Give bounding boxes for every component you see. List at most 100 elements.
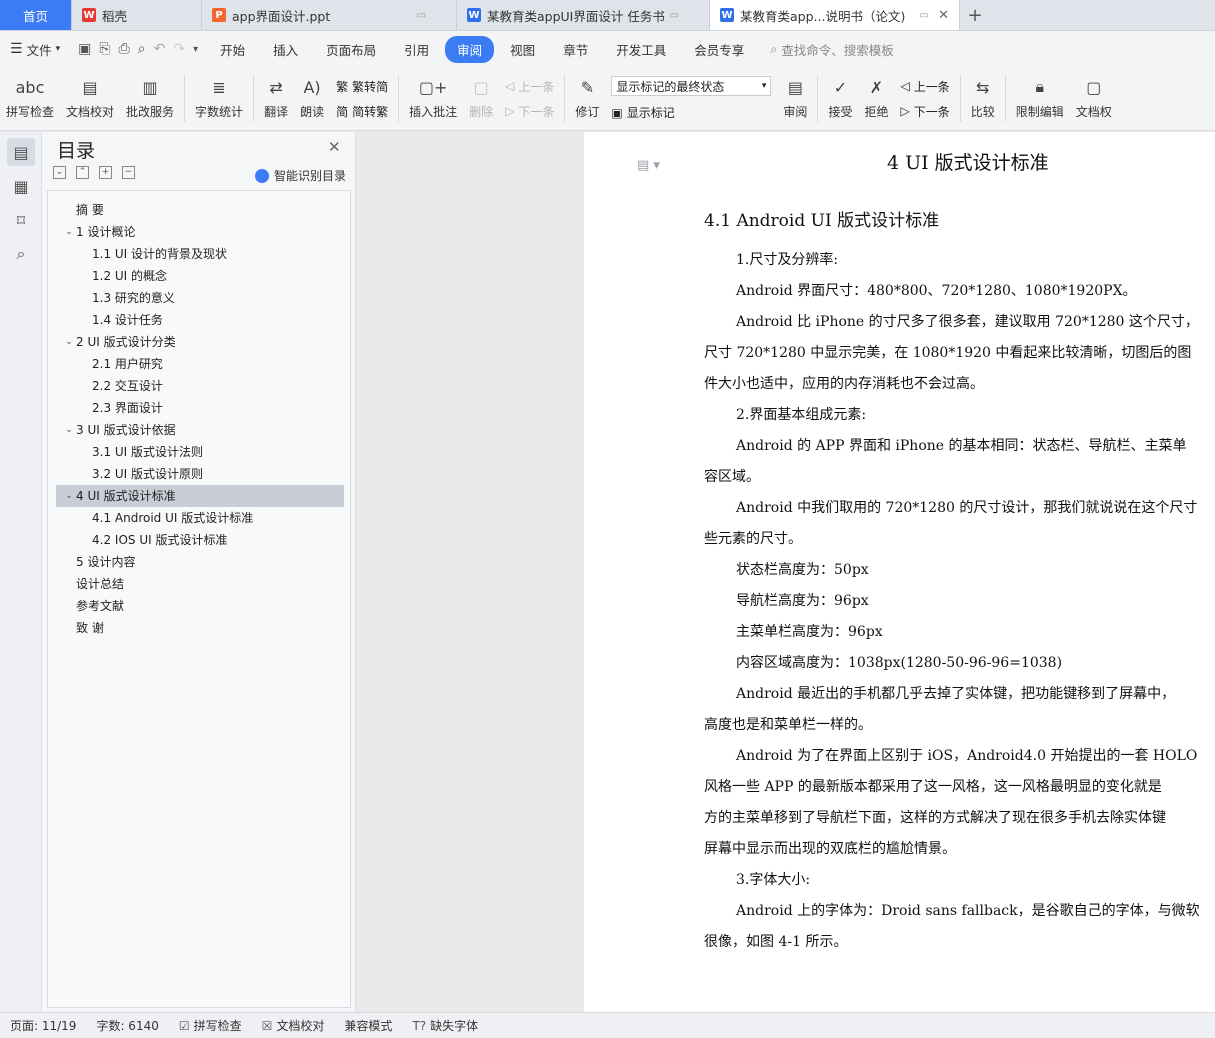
menu-layout[interactable]: 页面布局 [314, 36, 388, 63]
translate-button[interactable]: ⇄ 翻译 [258, 67, 294, 130]
menu-chapter[interactable]: 章节 [551, 36, 600, 63]
tab-daoke[interactable]: W 稻壳 [72, 0, 202, 30]
toc-item[interactable]: 1.2 UI 的概念 [56, 265, 344, 287]
tab-thesis-doc[interactable]: W 某教育类app...说明书（论文) ▭ ✕ [710, 0, 960, 30]
toc-item[interactable]: 设计总结 [56, 573, 344, 595]
command-search[interactable]: ⌕ 查找命令、搜索模板 [770, 40, 894, 59]
word-count-button[interactable]: ≣ 字数统计 [189, 67, 249, 130]
search-icon[interactable]: ⌕ [7, 240, 35, 268]
doc-proof-button[interactable]: ▤ 文档校对 [60, 67, 120, 130]
toc-panel-icon[interactable]: ▤ [7, 138, 35, 166]
export-icon[interactable]: ⎘ [99, 41, 110, 57]
toc-item[interactable]: 1.4 设计任务 [56, 309, 344, 331]
tab-cloud-icon[interactable]: ▭ [670, 10, 679, 21]
redo-icon[interactable]: ↷ [173, 41, 185, 57]
page-options-icon[interactable]: ▤ ▾ [637, 158, 660, 173]
revise-button[interactable]: ✎ 修订 [569, 67, 605, 130]
toc-item[interactable]: 5 设计内容 [56, 551, 344, 573]
read-aloud-button[interactable]: A) 朗读 [294, 67, 330, 130]
next-change-button[interactable]: ▷ 下一条 [900, 103, 949, 120]
expand-all-icon[interactable]: ⌃ [76, 166, 89, 179]
reject-button[interactable]: ✗ 拒绝 [858, 67, 894, 130]
toc-item[interactable]: 4.2 IOS UI 版式设计标准 [56, 529, 344, 551]
comment-nav-group: ◁ 上一条 ▷ 下一条 [499, 67, 560, 130]
show-markup-icon: ▣ [611, 105, 623, 120]
word-count-indicator[interactable]: 字数: 6140 [86, 1017, 168, 1034]
prev-comment-button[interactable]: ◁ 上一条 [505, 78, 554, 95]
chapter-nav-icon[interactable]: ▦ [7, 172, 35, 200]
to-simplified-button[interactable]: 简简转繁 [336, 103, 388, 120]
menu-reference[interactable]: 引用 [392, 36, 441, 63]
collapse-all-icon[interactable]: ⌄ [53, 166, 66, 179]
review-ribbon: abc 拼写检查 ▤ 文档校对 ▥ 批改服务 ≣ 字数统计 ⇄ 翻译 A) 朗读 繁繁转简 … [0, 67, 1215, 131]
prev-change-button[interactable]: ◁ 上一条 [900, 78, 949, 95]
doc-permission-button[interactable]: ▢ 文档权 [1070, 67, 1118, 130]
toc-item[interactable]: 致 谢 [56, 617, 344, 639]
show-markup-button[interactable]: ▣ 显示标记 [611, 104, 771, 121]
print-icon[interactable]: ⎙ [119, 41, 130, 57]
status-doc-proof[interactable]: ☒ 文档校对 [252, 1017, 335, 1034]
close-icon[interactable]: ✕ [328, 138, 341, 156]
bookmark-icon[interactable]: ⌑ [7, 206, 35, 234]
toc-item[interactable]: 4.1 Android UI 版式设计标准 [56, 507, 344, 529]
compat-mode: 兼容模式 [334, 1017, 402, 1034]
chevron-down-icon[interactable]: ▾ [193, 44, 198, 55]
to-traditional-button[interactable]: 繁繁转简 [336, 78, 388, 95]
toc-item[interactable]: 参考文献 [56, 595, 344, 617]
undo-icon[interactable]: ↶ [154, 41, 166, 57]
toc-item[interactable]: 2.3 界面设计 [56, 397, 344, 419]
spell-check-button[interactable]: abc 拼写检查 [0, 67, 60, 130]
toc-item[interactable]: 3.2 UI 版式设计原则 [56, 463, 344, 485]
batch-service-button[interactable]: ▥ 批改服务 [120, 67, 180, 130]
remove-level-icon[interactable]: − [122, 166, 135, 179]
restrict-edit-button[interactable]: 🔒︎ 限制编辑 [1010, 67, 1070, 130]
status-spell-check[interactable]: ☑ 拼写检查 [169, 1017, 252, 1034]
toc-item[interactable]: 摘 要 [56, 199, 344, 221]
toc-item[interactable]: ⌄ 2 UI 版式设计分类 [56, 331, 344, 353]
menu-icon: ☰ [10, 41, 23, 57]
tab-home[interactable]: 首页 [0, 0, 72, 30]
delete-comment-button[interactable]: ▢ 删除 [463, 67, 499, 130]
toc-item[interactable]: ⌄ 1 设计概论 [56, 221, 344, 243]
tab-cloud-icon[interactable]: ▭ [920, 10, 929, 21]
new-tab-button[interactable]: + [960, 0, 990, 30]
file-menu[interactable]: ☰ 文件 ▾ [0, 40, 70, 59]
chevron-down-icon[interactable]: ⌄ [62, 485, 76, 507]
chevron-down-icon[interactable]: ⌄ [62, 331, 76, 353]
accept-button[interactable]: ✓ 接受 [822, 67, 858, 130]
menu-member[interactable]: 会员专享 [682, 36, 756, 63]
divider [1004, 75, 1006, 122]
menu-review[interactable]: 审阅 [445, 35, 495, 63]
close-icon[interactable]: ✕ [938, 8, 949, 23]
toc-item-label: 1.3 研究的意义 [92, 291, 175, 305]
word-count-icon: ≣ [212, 77, 226, 97]
tab-cloud-icon[interactable]: ▭ [417, 10, 426, 21]
preview-icon[interactable]: ⌕ [138, 41, 146, 57]
chevron-down-icon[interactable]: ⌄ [62, 221, 76, 243]
smart-toc-button[interactable]: 智能识别目录 [255, 167, 346, 184]
menu-start[interactable]: 开始 [208, 36, 257, 63]
toc-item[interactable]: ⌄ 4 UI 版式设计标准 [56, 485, 344, 507]
tab-task-doc[interactable]: W 某教育类appUI界面设计 任务书 ▭ [457, 0, 710, 30]
toc-item[interactable]: 1.1 UI 设计的背景及现状 [56, 243, 344, 265]
toc-item[interactable]: 2.1 用户研究 [56, 353, 344, 375]
next-comment-button[interactable]: ▷ 下一条 [505, 103, 554, 120]
menu-dev-tools[interactable]: 开发工具 [604, 36, 678, 63]
tab-ppt-file[interactable]: P app界面设计.ppt ▭ [202, 0, 457, 30]
chevron-down-icon[interactable]: ⌄ [62, 419, 76, 441]
toc-item[interactable]: 2.2 交互设计 [56, 375, 344, 397]
menu-insert[interactable]: 插入 [261, 36, 310, 63]
save-icon[interactable]: ▣ [78, 41, 91, 57]
toc-item[interactable]: 1.3 研究的意义 [56, 287, 344, 309]
compare-button[interactable]: ⇆ 比较 [965, 67, 1001, 130]
missing-font-button[interactable]: T? 缺失字体 [402, 1017, 488, 1034]
add-level-icon[interactable]: + [99, 166, 112, 179]
insert-comment-button[interactable]: ▢+ 插入批注 [403, 67, 463, 130]
page-indicator[interactable]: 页面: 11/19 [0, 1017, 86, 1034]
markup-state-select[interactable]: 显示标记的最终状态 ▾ [611, 76, 772, 96]
document-page[interactable]: ▤ ▾ 4 UI 版式设计标准 4.1 Android UI 版式设计标准 1.… [584, 132, 1215, 1012]
toc-item[interactable]: ⌄ 3 UI 版式设计依据 [56, 419, 344, 441]
review-pane-button[interactable]: ▤ 审阅 [777, 67, 813, 130]
menu-view[interactable]: 视图 [498, 36, 547, 63]
toc-item[interactable]: 3.1 UI 版式设计法则 [56, 441, 344, 463]
